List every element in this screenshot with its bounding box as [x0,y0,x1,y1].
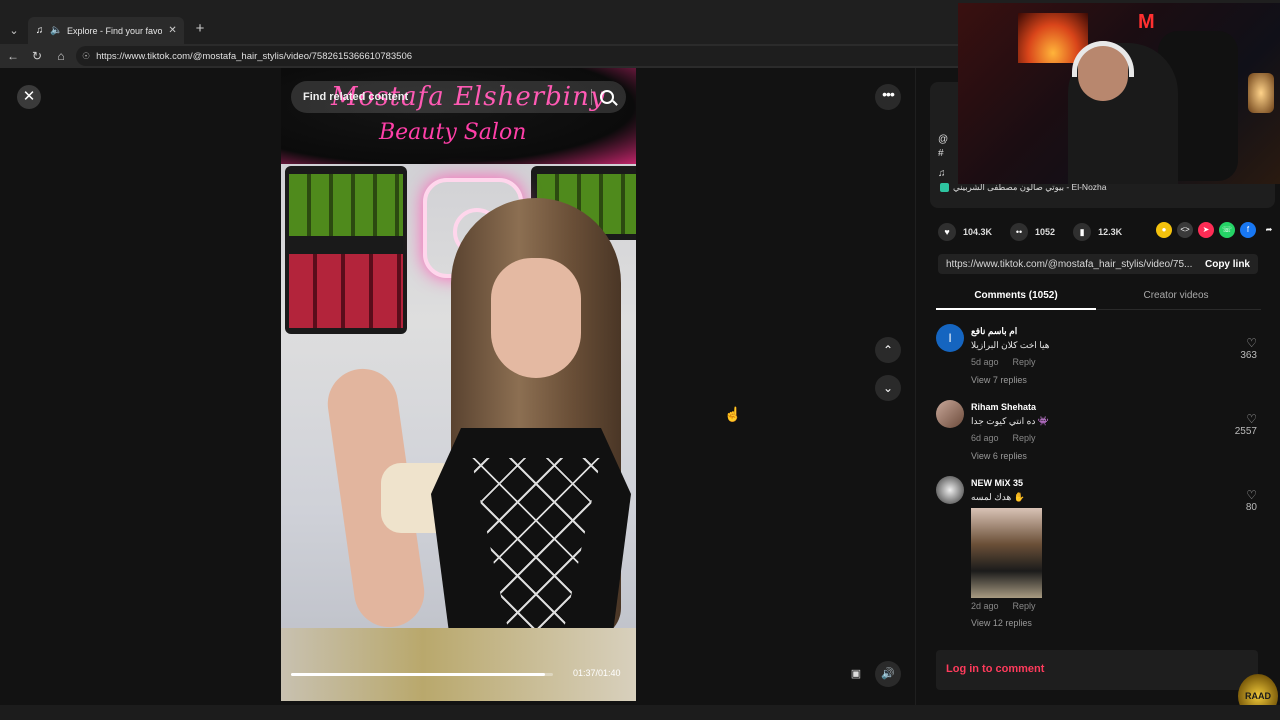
heart-icon[interactable]: ♥ [938,223,956,241]
comment-action[interactable]: •• 1052 [1010,223,1055,241]
progress-fill [291,673,546,676]
music-note-icon: ♫ [938,168,946,179]
view-replies-button[interactable]: View 7 replies [971,375,1027,385]
progress-bar[interactable] [291,673,553,676]
comment-time: 6d ago [971,433,999,443]
embed-icon[interactable]: <> [1177,222,1193,238]
url-text: https://www.tiktok.com/@mostafa_hair_sty… [96,50,413,62]
comment-time: 2d ago [971,601,999,611]
location-badge-icon [940,183,949,192]
new-tab-button[interactable]: + [192,20,208,38]
facebook-icon[interactable]: f [1240,222,1256,238]
comment-text: ده انتي كيوت جدا 👾 [971,416,1050,426]
comment-count: 1052 [1035,227,1056,237]
site-info-icon[interactable]: ☉ [82,51,90,62]
like-count: 104.3K [963,227,993,237]
send-icon[interactable]: ➤ [1198,222,1214,238]
browser-tab[interactable]: ♫ 🔈 Explore - Find your favourite ✕ [28,17,184,44]
tab-title: Explore - Find your favourite [66,25,163,36]
save-action[interactable]: ▮ 12.3K [1073,223,1122,241]
comment-meta: 5d ago Reply [971,357,1036,367]
heart-outline-icon[interactable]: ♡ [1227,336,1257,350]
back-arrow-icon[interactable]: ← [4,47,22,65]
close-video-button[interactable]: ✕ [17,85,41,109]
heart-outline-icon[interactable]: ♡ [1227,488,1257,502]
streamer-webcam-overlay: M [958,3,1280,184]
avatar[interactable]: I [936,324,964,352]
sign-text-salon: Beauty Salon [379,120,527,145]
taskbar [0,705,1280,720]
whatsapp-icon[interactable]: ☏ [1219,222,1235,238]
comment-like[interactable]: ♡ 363 [1227,336,1257,361]
video-player[interactable]: Mostafa Elsherbiny Beauty Salon Find rel… [281,68,636,701]
tiktok-favicon-icon: ♫ [35,24,44,36]
heart-outline-icon[interactable]: ♡ [1227,412,1257,426]
previous-video-button[interactable]: ⌃ [875,337,901,363]
save-count: 12.3K [1098,227,1123,237]
playback-time: 01:37/01:40 [573,668,621,678]
view-replies-button[interactable]: View 12 replies [971,618,1032,628]
reply-button[interactable]: Reply [1013,357,1036,367]
panel-tabs: Comments (1052) Creator videos [936,286,1261,310]
comment-like[interactable]: ♡ 2557 [1227,412,1257,437]
tab-creator-videos[interactable]: Creator videos [1096,290,1256,301]
comment-like-count: 363 [1240,350,1257,361]
like-action[interactable]: ♥ 104.3K [938,223,992,241]
comment-text: هدك لمسه ✋ [971,492,1025,502]
share-link-box: https://www.tiktok.com/@mostafa_hair_sty… [938,254,1258,274]
copy-link-button[interactable]: Copy link [1197,259,1258,270]
comment-author[interactable]: ام باسم نافع [971,326,1017,337]
more-options-button[interactable]: ••• [875,84,901,110]
tab-comments[interactable]: Comments (1052) [936,290,1096,301]
reply-button[interactable]: Reply [1013,601,1036,611]
comment-image[interactable] [971,508,1042,598]
tab-list-chevron-icon[interactable]: ⌄ [4,20,24,40]
comment-icon[interactable]: •• [1010,223,1029,241]
video-skirt [281,628,636,701]
search-icon[interactable] [600,90,614,104]
search-placeholder: Find related content [303,91,409,103]
share-link-text[interactable]: https://www.tiktok.com/@mostafa_hair_sty… [946,259,1197,270]
mouse-cursor-icon: ☝ [724,406,742,422]
bookmark-icon[interactable]: ▮ [1073,223,1092,241]
comment-meta: 2d ago Reply [971,601,1036,611]
comment-time: 5d ago [971,357,999,367]
login-to-comment-button[interactable]: Log in to comment [936,650,1258,690]
hashtag-text[interactable]: # [938,148,944,159]
next-video-button[interactable]: ⌄ [875,375,901,401]
volume-button[interactable]: 🔊 [875,661,901,687]
picture-in-picture-icon[interactable]: ▣ [846,664,866,684]
view-replies-button[interactable]: View 6 replies [971,451,1027,461]
speaker-icon[interactable]: 🔈 [50,25,62,37]
mention-text[interactable]: @ [938,134,948,145]
video-subject [321,198,631,701]
avatar[interactable] [936,400,964,428]
neon-logo-icon: M [1138,11,1155,33]
comment-author[interactable]: Riham Shehata [971,402,1036,412]
home-icon[interactable]: ⌂ [52,47,70,65]
comment-author[interactable]: NEW MiX 35 [971,478,1023,488]
coin-share-icon[interactable]: ● [1156,222,1172,238]
share-icons: ● <> ➤ ☏ f ➦ [1156,222,1277,238]
avatar[interactable] [936,476,964,504]
lamp [1248,73,1274,113]
reply-button[interactable]: Reply [1013,433,1036,443]
search-divider [591,89,592,105]
tab-close-icon[interactable]: ✕ [167,25,178,36]
comment-meta: 6d ago Reply [971,433,1036,443]
address-bar[interactable]: ☉ https://www.tiktok.com/@mostafa_hair_s… [76,46,976,66]
comment-like[interactable]: ♡ 80 [1227,488,1257,513]
share-arrow-icon[interactable]: ➦ [1261,222,1277,238]
active-tab-underline [936,308,1096,310]
comment-like-count: 2557 [1234,426,1257,437]
action-bar: ♥ 104.3K •• 1052 ▮ 12.3K ● <> ➤ ☏ f ➦ [938,222,1272,242]
comment-text: هيا اخت كلان البرازيلا [971,340,1050,350]
find-related-search[interactable]: Find related content [291,81,626,113]
reload-icon[interactable]: ↻ [28,47,46,65]
comment-like-count: 80 [1245,502,1257,513]
